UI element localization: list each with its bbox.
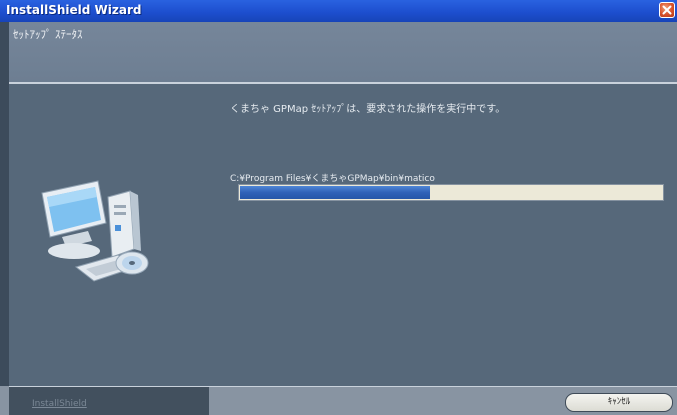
footer-divider (9, 386, 677, 387)
cancel-button[interactable]: ｷｬﾝｾﾙ (565, 393, 673, 412)
current-file-path: C:¥Program Files¥くまちゃGPMap¥bin¥matico (230, 174, 435, 184)
progress-bar (238, 184, 664, 201)
window-title: InstallShield Wizard (6, 3, 142, 17)
window-left-edge (0, 22, 9, 415)
computer-install-icon (41, 180, 149, 282)
page-title: ｾｯﾄｱｯﾌﾟ ｽﾃｰﾀｽ (13, 28, 83, 41)
close-button[interactable] (659, 2, 675, 18)
title-bar[interactable]: InstallShield Wizard (0, 0, 677, 23)
close-icon (662, 5, 672, 15)
header-panel: ｾｯﾄｱｯﾌﾟ ｽﾃｰﾀｽ (9, 22, 677, 82)
installshield-brand: InstallShield (32, 399, 87, 409)
status-message: くまちゃ GPMap ｾｯﾄｱｯﾌﾟは、要求された操作を実行中です。 (230, 104, 506, 115)
progress-fill (240, 186, 430, 199)
